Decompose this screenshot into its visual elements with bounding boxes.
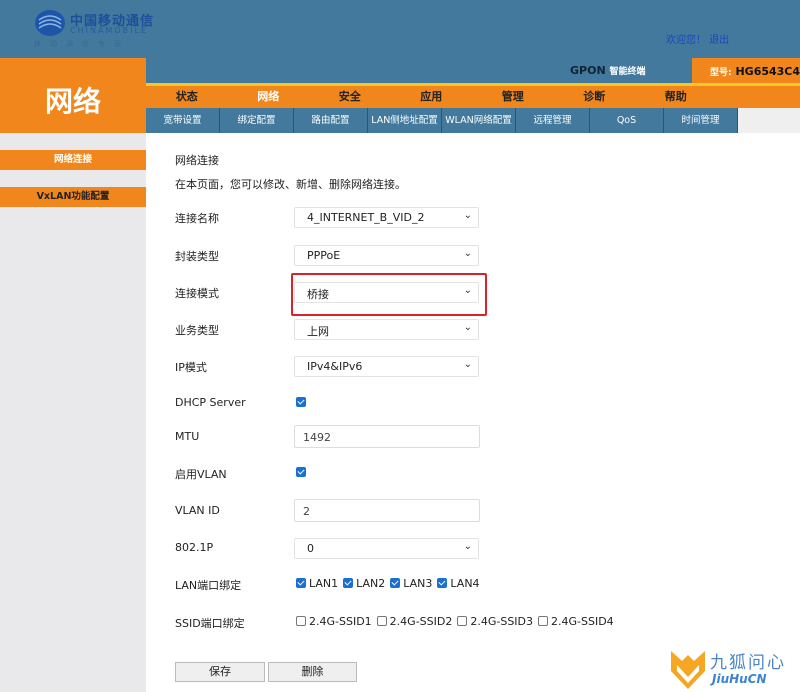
mtu-input[interactable]: 1492 — [294, 425, 480, 448]
option-label: LAN4 — [450, 577, 480, 590]
chevron-down-icon: ⌄ — [463, 248, 472, 259]
chevron-down-icon: ⌄ — [463, 285, 472, 296]
main-menu: 状态 网络 安全 应用 管理 诊断 帮助 — [146, 86, 800, 108]
option-label: LAN2 — [356, 577, 386, 590]
label-vlan-enable: 启用VLAN — [175, 468, 227, 481]
option-label: LAN3 — [403, 577, 433, 590]
fox-logo-icon — [671, 651, 705, 689]
section-title: 网络 — [0, 58, 146, 133]
model-badge: 型号: HG6543C4 — [692, 58, 800, 83]
submenu-tab-3[interactable]: LAN侧地址配置 — [368, 108, 442, 133]
menu-item-1[interactable]: 网络 — [228, 86, 310, 108]
dhcp-server-checkbox[interactable] — [296, 397, 306, 407]
lan-bind-checkbox[interactable] — [390, 578, 401, 588]
page-description: 在本页面，您可以修改、新增、删除网络连接。 — [175, 178, 406, 191]
logout-link[interactable]: 退出 — [709, 35, 729, 46]
menu-item-3[interactable]: 应用 — [391, 86, 473, 108]
ip-mode-select[interactable]: IPv4&IPv6 ⌄ — [294, 356, 479, 377]
ssid-bind-group: 2.4G-SSID1 2.4G-SSID2 2.4G-SSID3 2.4G-SSID4 — [296, 615, 619, 628]
option-label: 2.4G-SSID2 — [389, 615, 453, 628]
sub-menu: 宽带设置 绑定配置 路由配置 LAN侧地址配置 WLAN网络配置 远程管理 QoS 时间管理 — [146, 108, 800, 133]
sidebar: 网络连接 VxLAN功能配置 — [0, 133, 146, 692]
lan-bind-option[interactable]: LAN4 — [437, 577, 480, 590]
menu-item-0[interactable]: 状态 — [146, 86, 228, 108]
label-lan-bind: LAN端口绑定 — [175, 579, 242, 592]
label-mtu: MTU — [175, 430, 200, 443]
submenu-tab-5[interactable]: 远程管理 — [516, 108, 590, 133]
option-label: 2.4G-SSID4 — [551, 615, 614, 628]
conn-name-select[interactable]: 4_INTERNET_B_VID_2 ⌄ — [294, 207, 479, 228]
ssid-bind-option[interactable]: 2.4G-SSID3 — [457, 615, 533, 628]
lan-bind-option[interactable]: LAN3 — [390, 577, 432, 590]
8021p-select[interactable]: 0 ⌄ — [294, 538, 479, 559]
label-ssid-bind: SSID端口绑定 — [175, 617, 245, 630]
conn-mode-select[interactable]: 桥接 ⌄ — [294, 282, 479, 303]
menu-item-6[interactable]: 帮助 — [635, 86, 717, 108]
lan-bind-checkbox[interactable] — [296, 578, 306, 588]
chevron-down-icon: ⌄ — [463, 210, 472, 221]
lan-bind-group: LAN1 LAN2 LAN3 LAN4 — [296, 577, 485, 590]
submenu-tab-7[interactable]: 时间管理 — [664, 108, 738, 133]
china-mobile-logo: 中国移动通信 CHINAMOBILE 移动通信专家 — [34, 8, 164, 50]
menu-item-4[interactable]: 管理 — [472, 86, 554, 108]
save-button[interactable]: 保存 — [175, 662, 265, 682]
label-conn-name: 连接名称 — [175, 212, 219, 225]
welcome-bar: 欢迎您！ 退出 — [666, 31, 729, 46]
ssid-bind-option[interactable]: 2.4G-SSID4 — [538, 615, 614, 628]
option-label: 2.4G-SSID3 — [470, 615, 534, 628]
chevron-down-icon: ⌄ — [463, 359, 472, 370]
sidebar-item-vxlan[interactable]: VxLAN功能配置 — [0, 187, 146, 207]
menu-item-2[interactable]: 安全 — [309, 86, 391, 108]
delete-button[interactable]: 删除 — [268, 662, 357, 682]
service-type-select[interactable]: 上网 ⌄ — [294, 319, 479, 340]
ssid-bind-option[interactable]: 2.4G-SSID1 — [296, 615, 372, 628]
vlan-enable-checkbox[interactable] — [296, 467, 306, 477]
lan-bind-checkbox[interactable] — [343, 578, 354, 588]
page-title: 网络连接 — [175, 154, 219, 167]
encap-type-select[interactable]: PPPoE ⌄ — [294, 245, 479, 266]
label-dhcp: DHCP Server — [175, 396, 246, 409]
ssid-bind-checkbox[interactable] — [538, 616, 549, 626]
label-vlan-id: VLAN ID — [175, 504, 220, 517]
ssid-bind-option[interactable]: 2.4G-SSID2 — [376, 615, 453, 628]
option-label: 2.4G-SSID1 — [309, 615, 372, 628]
ssid-bind-checkbox[interactable] — [457, 616, 468, 626]
chevron-down-icon: ⌄ — [463, 541, 472, 552]
label-8021p: 802.1P — [175, 541, 214, 554]
menu-item-5[interactable]: 诊断 — [554, 86, 636, 108]
submenu-tab-6[interactable]: QoS — [590, 108, 664, 133]
submenu-tab-4[interactable]: WLAN网络配置 — [442, 108, 516, 133]
welcome-text: 欢迎您！ — [666, 35, 706, 46]
option-label: LAN1 — [309, 577, 339, 590]
label-mode: 连接模式 — [175, 287, 219, 300]
product-name: GPON 智能终端 — [570, 64, 646, 77]
vlan-id-input[interactable]: 2 — [294, 499, 480, 522]
ssid-bind-checkbox[interactable] — [376, 616, 387, 626]
submenu-tab-1[interactable]: 绑定配置 — [220, 108, 294, 133]
label-ipmode: IP模式 — [175, 361, 207, 374]
submenu-tab-2[interactable]: 路由配置 — [294, 108, 368, 133]
label-service: 业务类型 — [175, 324, 219, 337]
submenu-tab-0[interactable]: 宽带设置 — [146, 108, 220, 133]
sidebar-item-network-connection[interactable]: 网络连接 — [0, 150, 146, 170]
label-encap: 封装类型 — [175, 250, 219, 263]
chevron-down-icon: ⌄ — [463, 322, 472, 333]
lan-bind-checkbox[interactable] — [437, 578, 448, 588]
watermark: 九狐问心 JiuHuCN — [664, 645, 800, 692]
lan-bind-option[interactable]: LAN1 — [296, 577, 338, 590]
lan-bind-option[interactable]: LAN2 — [343, 577, 385, 590]
ssid-bind-checkbox[interactable] — [296, 616, 306, 626]
